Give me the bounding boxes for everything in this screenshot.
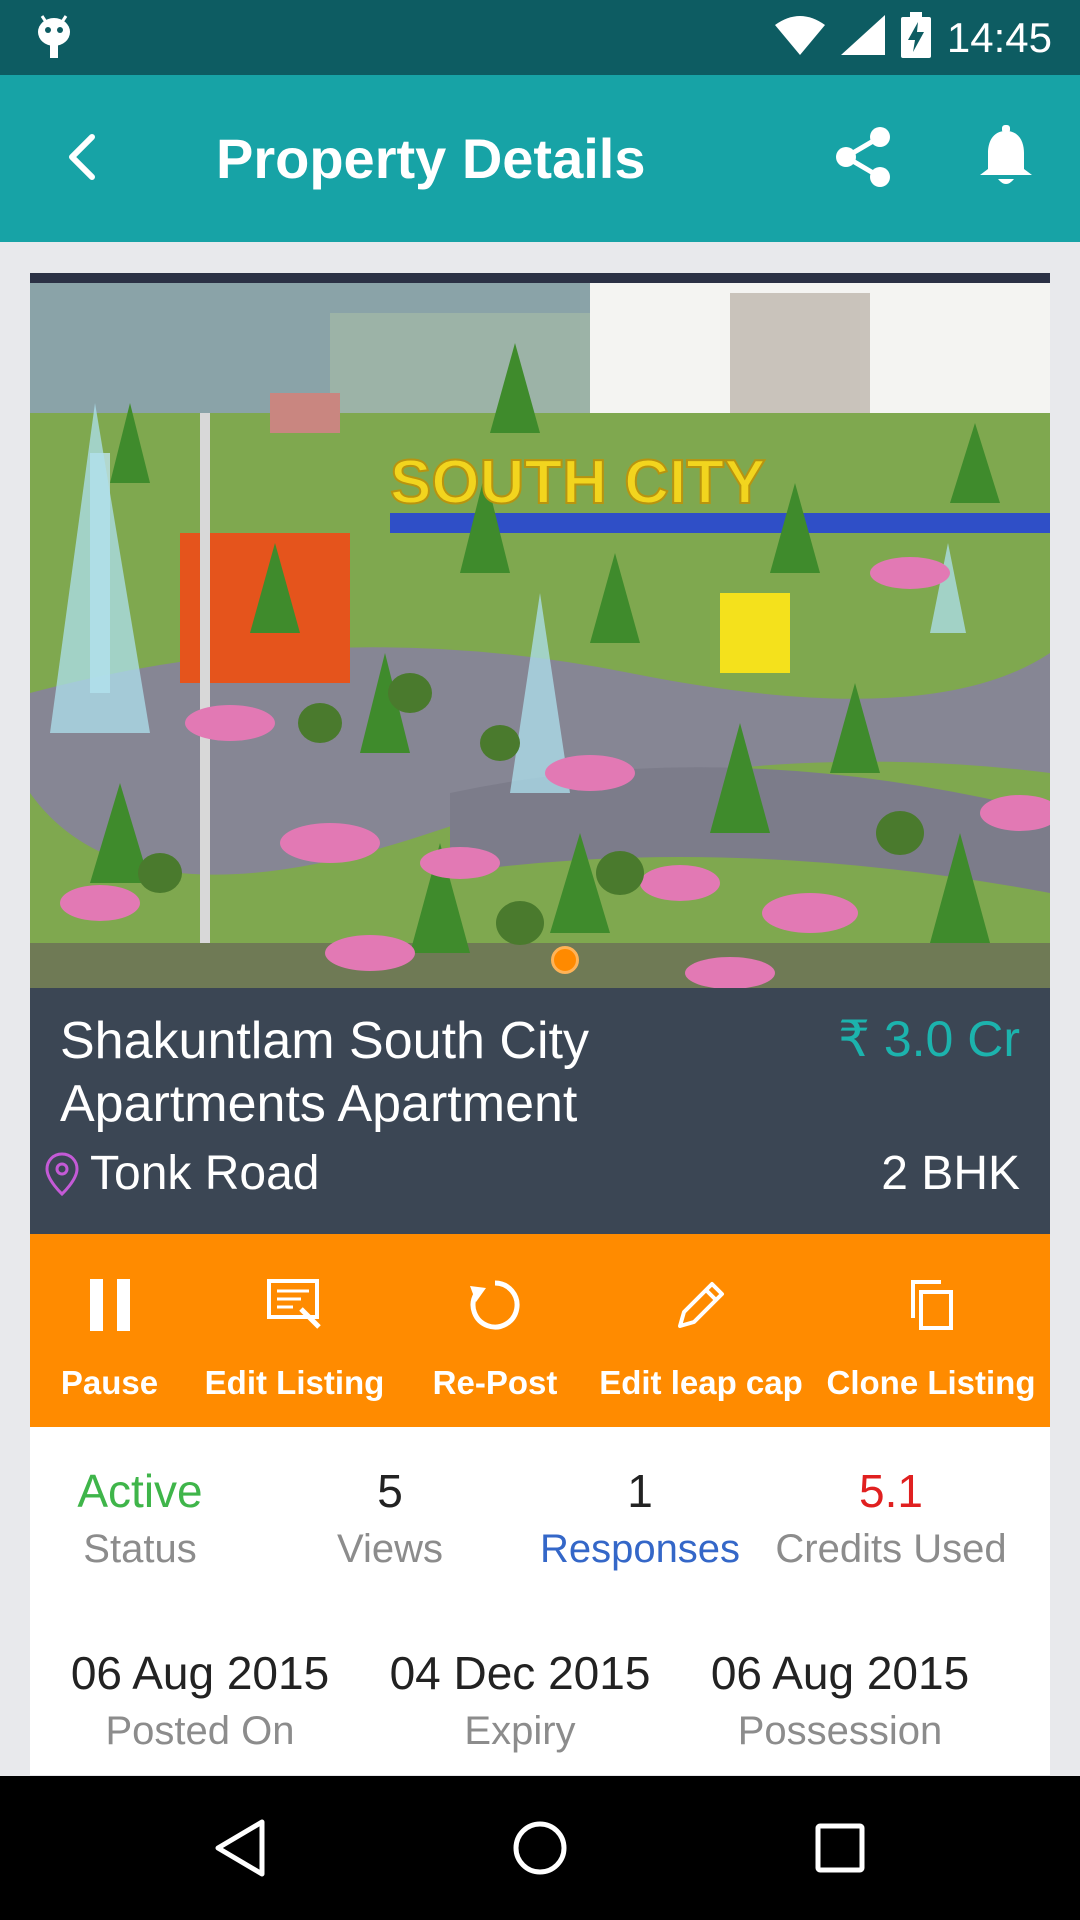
posted-on-label: Posted On: [105, 1709, 295, 1753]
listing-dates: 06 Aug 2015 Posted On 04 Dec 2015 Expiry…: [30, 1645, 1050, 1775]
status-time: 14:45: [946, 13, 1052, 61]
property-image[interactable]: SOUTH CITY: [30, 273, 1050, 988]
status-value: Active: [77, 1465, 203, 1517]
back-triangle-icon[interactable]: [180, 1776, 300, 1920]
page-title: Property Details: [216, 127, 646, 190]
stat-responses[interactable]: 1 Responses: [530, 1463, 750, 1579]
system-nav-bar: [0, 1776, 1080, 1920]
repost-label: Re-Post: [432, 1364, 558, 1401]
refresh-icon: [468, 1274, 522, 1336]
possession-label: Possession: [737, 1709, 943, 1753]
expiry-value: 04 Dec 2015: [389, 1647, 651, 1699]
clone-listing-button[interactable]: Clone Listing: [812, 1234, 1050, 1427]
property-bhk: 2 BHK: [881, 1147, 1020, 1200]
status-label: Status: [83, 1527, 197, 1571]
property-card: SOUTH CITY Shakuntlam South City Apartme…: [30, 273, 1050, 1775]
property-location: Tonk Road: [90, 1147, 320, 1200]
responses-label[interactable]: Responses: [530, 1519, 750, 1579]
date-posted: 06 Aug 2015 Posted On: [60, 1645, 340, 1761]
credits-label: Credits Used: [775, 1527, 1007, 1571]
edit-leap-cap-button[interactable]: Edit leap cap: [590, 1234, 812, 1427]
stat-credits: 5.1 Credits Used: [768, 1463, 1014, 1579]
listing-stats: Active Status 5 Views 1 Responses 5.1 Cr…: [30, 1463, 1050, 1593]
copy-icon: [907, 1274, 955, 1336]
image-sign-text: SOUTH CITY: [390, 448, 765, 517]
pencil-icon: [674, 1274, 728, 1336]
recents-square-icon[interactable]: [780, 1776, 900, 1920]
views-label: Views: [337, 1527, 443, 1571]
property-name: Shakuntlam South City Apartments Apartme…: [60, 1012, 589, 1133]
wifi-icon: [774, 15, 825, 60]
edit-listing-label: Edit Listing: [204, 1364, 385, 1401]
clone-listing-label: Clone Listing: [826, 1364, 1036, 1401]
credits-value: 5.1: [859, 1465, 923, 1517]
property-info: Shakuntlam South City Apartments Apartme…: [30, 988, 1050, 1234]
android-debug-icon: [36, 14, 72, 65]
app-bar: Property Details: [0, 75, 1080, 242]
home-circle-icon[interactable]: [480, 1776, 600, 1920]
signal-icon: [840, 15, 885, 60]
posted-on-value: 06 Aug 2015: [70, 1647, 330, 1699]
carousel-indicator[interactable]: [551, 946, 579, 974]
edit-leap-cap-label: Edit leap cap: [599, 1364, 803, 1401]
possession-value: 06 Aug 2015: [710, 1647, 970, 1699]
pause-button[interactable]: Pause: [30, 1234, 189, 1427]
edit-listing-icon: [266, 1274, 323, 1336]
property-price: ₹ 3.0 Cr: [838, 1011, 1020, 1067]
pause-label: Pause: [60, 1364, 159, 1401]
pause-icon: [89, 1274, 130, 1336]
stat-status: Active Status: [50, 1463, 230, 1579]
views-value: 5: [377, 1465, 403, 1517]
share-icon[interactable]: [832, 125, 896, 194]
expiry-label: Expiry: [464, 1709, 576, 1753]
status-bar: 14:45: [0, 0, 1080, 75]
edit-listing-button[interactable]: Edit Listing: [189, 1234, 400, 1427]
responses-value: 1: [627, 1465, 653, 1517]
stat-views: 5 Views: [320, 1463, 460, 1579]
date-expiry: 04 Dec 2015 Expiry: [380, 1645, 660, 1761]
bell-icon[interactable]: [976, 125, 1036, 194]
location-pin-icon: [44, 1152, 80, 1201]
back-arrow-icon[interactable]: [58, 125, 114, 194]
repost-button[interactable]: Re-Post: [400, 1234, 590, 1427]
action-bar: Pause Edit Listing Re-Post Edit leap cap…: [30, 1234, 1050, 1427]
date-possession: 06 Aug 2015 Possession: [700, 1645, 980, 1761]
battery-charging-icon: [900, 12, 931, 63]
